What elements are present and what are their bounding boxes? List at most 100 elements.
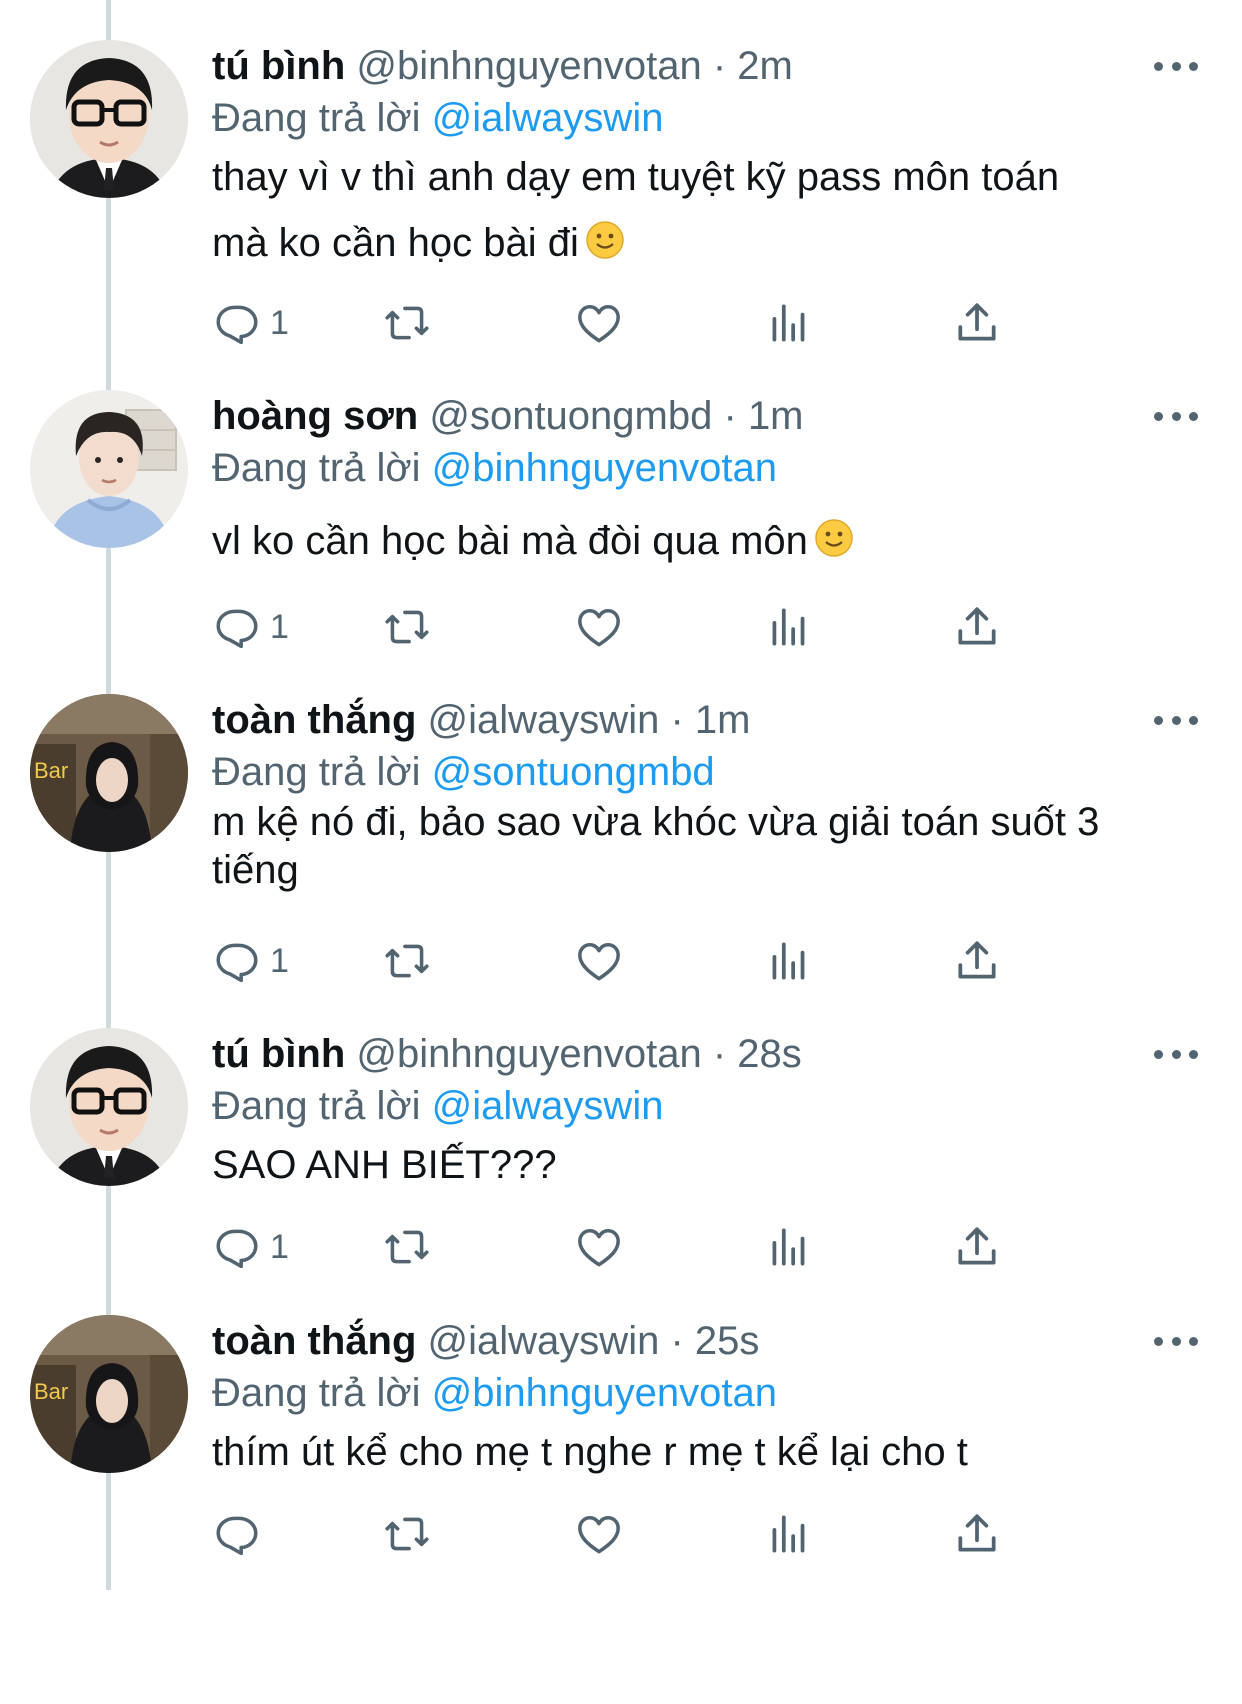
tweet-text-content: thím út kể cho mẹ t nghe r mẹ t kể lại c… bbox=[212, 1430, 968, 1474]
share-button[interactable] bbox=[952, 293, 1002, 353]
like-button[interactable] bbox=[574, 597, 624, 657]
display-name[interactable]: toàn thắng bbox=[212, 1319, 416, 1363]
retweet-icon bbox=[385, 1230, 429, 1264]
share-button[interactable] bbox=[952, 931, 1002, 991]
retweet-button[interactable] bbox=[382, 1504, 432, 1564]
reply-count: 1 bbox=[270, 607, 289, 646]
mention-link[interactable]: @binhnguyenvotan bbox=[432, 446, 777, 490]
tweet-actions: 1 bbox=[212, 931, 1112, 991]
reply-button[interactable]: 1 bbox=[212, 293, 289, 353]
views-button[interactable] bbox=[764, 293, 814, 353]
tweet-header: toàn thắng @ialwayswin · 25s bbox=[212, 1315, 1152, 1367]
separator-dot: · bbox=[723, 394, 737, 438]
timestamp[interactable]: 1m bbox=[748, 394, 804, 438]
reply-count: 1 bbox=[270, 1227, 289, 1266]
timestamp[interactable]: 25s bbox=[695, 1319, 760, 1363]
share-button[interactable] bbox=[952, 1217, 1002, 1277]
username-handle[interactable]: @binhnguyenvotan bbox=[356, 1032, 701, 1076]
replying-to-line: Đang trả lời @ialwayswin bbox=[212, 1080, 663, 1132]
avatar[interactable] bbox=[30, 390, 188, 548]
reply-count: 1 bbox=[270, 941, 289, 980]
slightly-smiling-face-emoji bbox=[815, 519, 853, 557]
display-name[interactable]: toàn thắng bbox=[212, 698, 416, 742]
tweet-header: tú bình @binhnguyenvotan · 2m bbox=[212, 40, 1152, 92]
avatar[interactable] bbox=[30, 1028, 188, 1186]
retweet-icon bbox=[385, 944, 429, 978]
like-button[interactable] bbox=[574, 293, 624, 353]
views-icon bbox=[772, 1515, 805, 1553]
reply-button[interactable] bbox=[212, 1504, 270, 1564]
mention-link[interactable]: @ialwayswin bbox=[432, 96, 664, 140]
timestamp[interactable]: 1m bbox=[695, 698, 751, 742]
reply-button[interactable]: 1 bbox=[212, 597, 289, 657]
tweet-text-content: m kệ nó đi, bảo sao vừa khóc vừa giải to… bbox=[212, 800, 1100, 892]
retweet-button[interactable] bbox=[382, 1217, 432, 1277]
tweet-actions: 1 bbox=[212, 1217, 1112, 1277]
replying-to-label: Đang trả lời bbox=[212, 1084, 421, 1128]
tweet-text: SAO ANH BIẾT??? bbox=[212, 1132, 1202, 1198]
timestamp[interactable]: 2m bbox=[737, 44, 793, 88]
separator-dot: · bbox=[670, 1319, 684, 1363]
mention-link[interactable]: @binhnguyenvotan bbox=[432, 1371, 777, 1415]
display-name[interactable]: tú bình bbox=[212, 44, 345, 88]
avatar[interactable] bbox=[30, 40, 188, 198]
share-icon bbox=[958, 1514, 996, 1552]
views-button[interactable] bbox=[764, 597, 814, 657]
views-button[interactable] bbox=[764, 1504, 814, 1564]
replying-to-line: Đang trả lời @sontuongmbd bbox=[212, 746, 715, 798]
views-icon bbox=[772, 608, 805, 646]
slightly-smiling-face-emoji bbox=[586, 221, 624, 259]
display-name[interactable]: hoàng sơn bbox=[212, 394, 418, 438]
retweet-icon bbox=[385, 306, 429, 340]
avatar-hoodie-image bbox=[30, 390, 188, 548]
mention-link[interactable]: @ialwayswin bbox=[432, 1084, 664, 1128]
username-handle[interactable]: @ialwayswin bbox=[428, 1319, 660, 1363]
timestamp[interactable]: 28s bbox=[737, 1032, 802, 1076]
heart-icon bbox=[578, 1515, 620, 1554]
tweet-text: vl ko cần học bài mà đòi qua môn bbox=[212, 508, 1202, 574]
replying-to-label: Đang trả lời bbox=[212, 1371, 421, 1415]
views-icon bbox=[772, 304, 805, 342]
tweet-header: tú bình @binhnguyenvotan · 28s bbox=[212, 1028, 1152, 1080]
tweet-text-content: thay vì v thì anh dạy em tuyệt kỹ pass m… bbox=[212, 155, 1060, 265]
share-button[interactable] bbox=[952, 1504, 1002, 1564]
like-button[interactable] bbox=[574, 1217, 624, 1277]
separator-dot: · bbox=[670, 698, 684, 742]
avatar-bar-image: Bar bbox=[30, 694, 188, 852]
replying-to-label: Đang trả lời bbox=[212, 446, 421, 490]
retweet-icon bbox=[385, 1517, 429, 1551]
replying-to-line: Đang trả lời @binhnguyenvotan bbox=[212, 1367, 777, 1419]
reply-button[interactable]: 1 bbox=[212, 931, 289, 991]
more-icon[interactable] bbox=[1154, 1036, 1198, 1072]
username-handle[interactable]: @ialwayswin bbox=[428, 698, 660, 742]
reply-button[interactable]: 1 bbox=[212, 1217, 289, 1277]
like-button[interactable] bbox=[574, 931, 624, 991]
more-icon[interactable] bbox=[1154, 48, 1198, 84]
share-icon bbox=[958, 1227, 996, 1265]
replying-to-line: Đang trả lời @binhnguyenvotan bbox=[212, 442, 777, 494]
display-name[interactable]: tú bình bbox=[212, 1032, 345, 1076]
more-icon[interactable] bbox=[1154, 1323, 1198, 1359]
bar-sign-text: Bar bbox=[34, 1379, 68, 1404]
heart-icon bbox=[578, 304, 620, 343]
replying-to-label: Đang trả lời bbox=[212, 750, 421, 794]
avatar[interactable]: Bar bbox=[30, 1315, 188, 1473]
heart-icon bbox=[578, 608, 620, 647]
username-handle[interactable]: @sontuongmbd bbox=[429, 394, 712, 438]
share-icon bbox=[958, 303, 996, 341]
username-handle[interactable]: @binhnguyenvotan bbox=[356, 44, 701, 88]
retweet-button[interactable] bbox=[382, 931, 432, 991]
tweet-text-content: SAO ANH BIẾT??? bbox=[212, 1143, 557, 1187]
views-button[interactable] bbox=[764, 1217, 814, 1277]
like-button[interactable] bbox=[574, 1504, 624, 1564]
retweet-button[interactable] bbox=[382, 597, 432, 657]
more-icon[interactable] bbox=[1154, 702, 1198, 738]
tweet-header: hoàng sơn @sontuongmbd · 1m bbox=[212, 390, 1152, 442]
retweet-button[interactable] bbox=[382, 293, 432, 353]
views-button[interactable] bbox=[764, 931, 814, 991]
avatar[interactable]: Bar bbox=[30, 694, 188, 852]
more-icon[interactable] bbox=[1154, 398, 1198, 434]
share-button[interactable] bbox=[952, 597, 1002, 657]
replying-to-line: Đang trả lời @ialwayswin bbox=[212, 92, 663, 144]
mention-link[interactable]: @sontuongmbd bbox=[432, 750, 715, 794]
